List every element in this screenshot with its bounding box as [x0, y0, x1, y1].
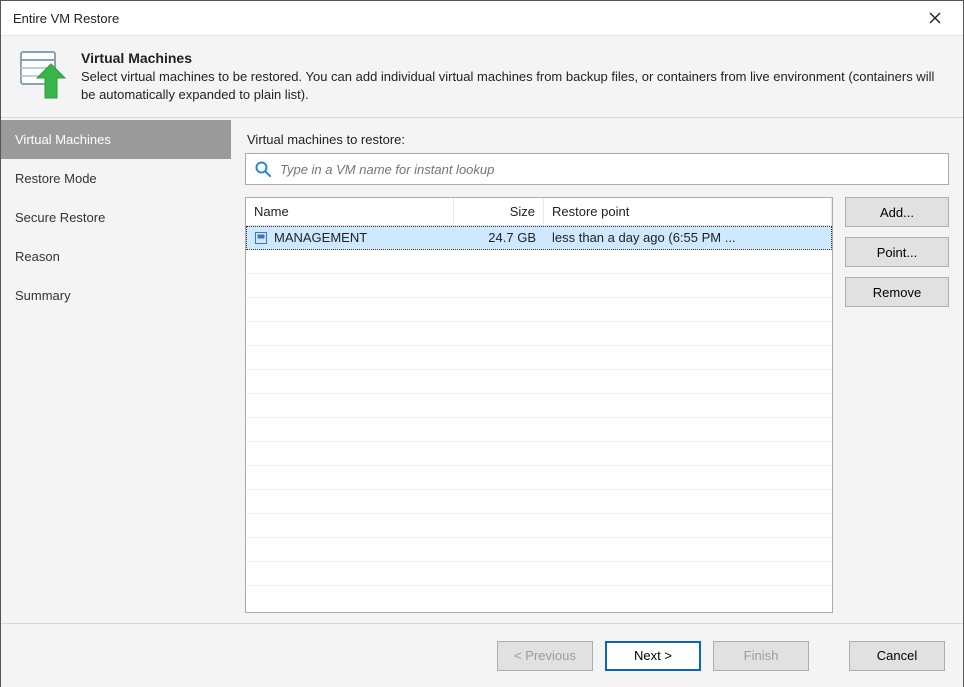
vm-list-label: Virtual machines to restore:	[247, 132, 949, 147]
wizard-step-description: Select virtual machines to be restored. …	[81, 68, 947, 103]
vm-table-body: MANAGEMENT 24.7 GB less than a day ago (…	[246, 226, 832, 612]
vm-table-row: Name Size Restore point	[245, 197, 949, 613]
vm-row-point: less than a day ago (6:55 PM ...	[544, 226, 832, 249]
close-icon	[929, 12, 941, 24]
table-row	[246, 274, 832, 298]
vm-row[interactable]: MANAGEMENT 24.7 GB less than a day ago (…	[246, 226, 832, 250]
wizard-step-title: Virtual Machines	[81, 50, 947, 66]
vm-table: Name Size Restore point	[245, 197, 833, 613]
window-title: Entire VM Restore	[13, 11, 119, 26]
nav-step-virtual-machines[interactable]: Virtual Machines	[1, 120, 231, 159]
table-row	[246, 442, 832, 466]
nav-step-reason[interactable]: Reason	[1, 237, 231, 276]
table-row	[246, 322, 832, 346]
wizard-header-text: Virtual Machines Select virtual machines…	[81, 48, 947, 103]
wizard-header: Virtual Machines Select virtual machines…	[1, 35, 963, 118]
remove-button[interactable]: Remove	[845, 277, 949, 307]
nav-step-restore-mode[interactable]: Restore Mode	[1, 159, 231, 198]
table-row	[246, 250, 832, 274]
vm-row-name: MANAGEMENT	[246, 226, 454, 249]
col-header-restore-point[interactable]: Restore point	[544, 198, 832, 225]
title-bar: Entire VM Restore	[1, 1, 963, 35]
vm-row-name-text: MANAGEMENT	[274, 230, 367, 245]
vm-action-buttons: Add... Point... Remove	[845, 197, 949, 613]
table-row	[246, 394, 832, 418]
table-row	[246, 562, 832, 586]
table-row	[246, 370, 832, 394]
wizard-main-panel: Virtual machines to restore: Name Size R…	[231, 118, 963, 623]
previous-button[interactable]: < Previous	[497, 641, 593, 671]
cancel-button[interactable]: Cancel	[849, 641, 945, 671]
next-button[interactable]: Next >	[605, 641, 701, 671]
table-row	[246, 298, 832, 322]
table-row	[246, 514, 832, 538]
vm-row-size: 24.7 GB	[454, 226, 544, 249]
table-row	[246, 346, 832, 370]
table-row	[246, 538, 832, 562]
col-header-name[interactable]: Name	[246, 198, 454, 225]
vm-search-box[interactable]	[245, 153, 949, 185]
vm-table-header: Name Size Restore point	[246, 198, 832, 226]
search-icon	[254, 160, 272, 178]
restore-vm-icon	[15, 48, 67, 100]
wizard-footer: < Previous Next > Finish Cancel	[1, 623, 963, 687]
nav-step-summary[interactable]: Summary	[1, 276, 231, 315]
finish-button[interactable]: Finish	[713, 641, 809, 671]
nav-step-secure-restore[interactable]: Secure Restore	[1, 198, 231, 237]
vm-search-input[interactable]	[278, 161, 940, 178]
table-row	[246, 466, 832, 490]
wizard-body: Virtual Machines Restore Mode Secure Res…	[1, 118, 963, 623]
add-button[interactable]: Add...	[845, 197, 949, 227]
table-row	[246, 490, 832, 514]
vm-icon	[254, 231, 268, 245]
wizard-steps-nav: Virtual Machines Restore Mode Secure Res…	[1, 118, 231, 623]
point-button[interactable]: Point...	[845, 237, 949, 267]
table-row	[246, 418, 832, 442]
col-header-size[interactable]: Size	[454, 198, 544, 225]
close-button[interactable]	[915, 4, 955, 32]
